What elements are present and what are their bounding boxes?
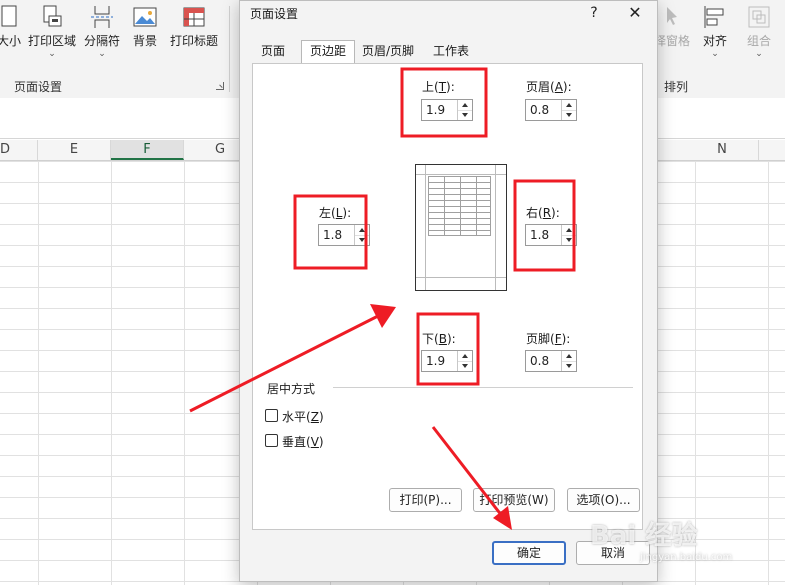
margins-panel: 上(T): 1.9 页眉(A): 0.8 左(L): 1.8 右(R): 1.8 — [252, 63, 643, 530]
tab-sheet[interactable]: 工作表 — [425, 41, 477, 62]
print-area-icon — [43, 5, 62, 27]
size-button[interactable]: 大小 — [0, 2, 24, 49]
breaks-button[interactable]: 分隔符 ⌄ — [82, 2, 122, 59]
chevron-down-icon: ⌄ — [755, 49, 763, 59]
preview-table — [428, 176, 491, 236]
group-label-arrange: 排列 — [664, 80, 689, 94]
spin-down-icon[interactable] — [562, 361, 576, 371]
dialog-launcher-icon[interactable] — [216, 82, 224, 90]
column-header-selected[interactable]: F — [111, 140, 184, 160]
dialog-title: 页面设置 — [250, 7, 299, 21]
footer-margin-value: 0.8 — [530, 354, 550, 368]
center-horizontal-checkbox[interactable] — [265, 409, 278, 422]
chevron-down-icon: ⌄ — [98, 49, 106, 59]
breaks-label: 分隔符 — [83, 34, 120, 48]
print-area-label: 打印区域 — [27, 34, 76, 48]
column-header[interactable]: E — [38, 140, 111, 160]
spin-down-icon[interactable] — [458, 110, 472, 120]
chevron-down-icon: ⌄ — [711, 49, 719, 59]
bottom-margin-label: 下(B): — [422, 332, 456, 346]
print-area-button[interactable]: 打印区域 ⌄ — [27, 2, 77, 59]
print-titles-button[interactable]: 打印标题 — [168, 2, 220, 49]
section-divider — [333, 387, 633, 388]
footer-margin-spinner[interactable]: 0.8 — [525, 350, 577, 372]
selection-pane-icon — [667, 7, 677, 25]
right-margin-value: 1.8 — [530, 228, 550, 242]
spin-down-icon[interactable] — [562, 110, 576, 120]
top-margin-value: 1.9 — [426, 103, 446, 117]
column-header[interactable]: N — [686, 140, 759, 160]
background-label: 背景 — [132, 34, 157, 48]
print-titles-label: 打印标题 — [169, 34, 218, 48]
group-separator — [229, 6, 230, 92]
top-margin-spinner[interactable]: 1.9 — [421, 99, 473, 121]
selection-pane-label: 择窗格 — [654, 34, 691, 48]
align-button[interactable]: 对齐 ⌄ — [698, 2, 732, 59]
group-label: 组合 — [746, 34, 771, 48]
right-margin-spinner[interactable]: 1.8 — [525, 224, 577, 246]
options-button[interactable]: 选项(O)... — [567, 488, 640, 512]
header-margin-value: 0.8 — [530, 103, 550, 117]
group-button[interactable]: 组合 ⌄ — [742, 2, 776, 59]
ok-button[interactable]: 确定 — [492, 541, 566, 565]
left-margin-label: 左(L): — [319, 206, 352, 220]
top-margin-label: 上(T): — [422, 80, 455, 94]
page-size-icon — [1, 5, 17, 27]
help-icon[interactable]: ? — [584, 3, 604, 23]
page-preview — [415, 164, 507, 291]
left-margin-spinner[interactable]: 1.8 — [318, 224, 370, 246]
print-button[interactable]: 打印(P)... — [389, 488, 462, 512]
chevron-down-icon: ⌄ — [48, 49, 56, 59]
center-vertical-checkbox[interactable] — [265, 434, 278, 447]
align-icon — [704, 6, 724, 28]
watermark-logo: Bai 经验 — [590, 521, 698, 551]
footer-margin-label: 页脚(F): — [526, 332, 571, 346]
align-label: 对齐 — [702, 34, 727, 48]
background-button[interactable]: 背景 — [128, 2, 162, 49]
tab-header-footer[interactable]: 页眉/页脚 — [354, 41, 422, 62]
page-setup-dialog: 页面设置 ? ✕ 页面 页边距 页眉/页脚 工作表 上(T): 1.9 页眉(A… — [239, 0, 658, 582]
bottom-margin-value: 1.9 — [426, 354, 446, 368]
background-image-icon — [133, 7, 157, 27]
group-label-page-setup: 页面设置 — [14, 80, 63, 94]
spin-down-icon[interactable] — [355, 235, 369, 245]
center-on-page-title: 居中方式 — [267, 382, 316, 396]
header-margin-label: 页眉(A): — [526, 80, 572, 94]
tab-margins[interactable]: 页边距 — [301, 40, 356, 64]
bottom-margin-spinner[interactable]: 1.9 — [421, 350, 473, 372]
print-titles-icon — [183, 7, 205, 27]
page-break-icon — [91, 6, 113, 28]
left-margin-value: 1.8 — [323, 228, 343, 242]
selection-pane-button[interactable]: 择窗格 — [654, 2, 690, 49]
right-margin-label: 右(R): — [526, 206, 560, 220]
tab-page[interactable]: 页面 — [253, 41, 293, 62]
watermark-url: jingyan.baidu.com — [640, 552, 733, 563]
close-icon[interactable]: ✕ — [624, 3, 646, 23]
header-margin-spinner[interactable]: 0.8 — [525, 99, 577, 121]
size-label: 大小 — [0, 34, 21, 48]
spin-down-icon[interactable] — [458, 361, 472, 371]
group-objects-icon — [748, 6, 770, 28]
print-preview-button[interactable]: 打印预览(W) — [473, 488, 555, 512]
center-horizontal-label: 水平(Z) — [282, 410, 324, 424]
center-vertical-label: 垂直(V) — [282, 435, 324, 449]
column-header[interactable]: D — [0, 140, 38, 160]
spin-down-icon[interactable] — [562, 235, 576, 245]
